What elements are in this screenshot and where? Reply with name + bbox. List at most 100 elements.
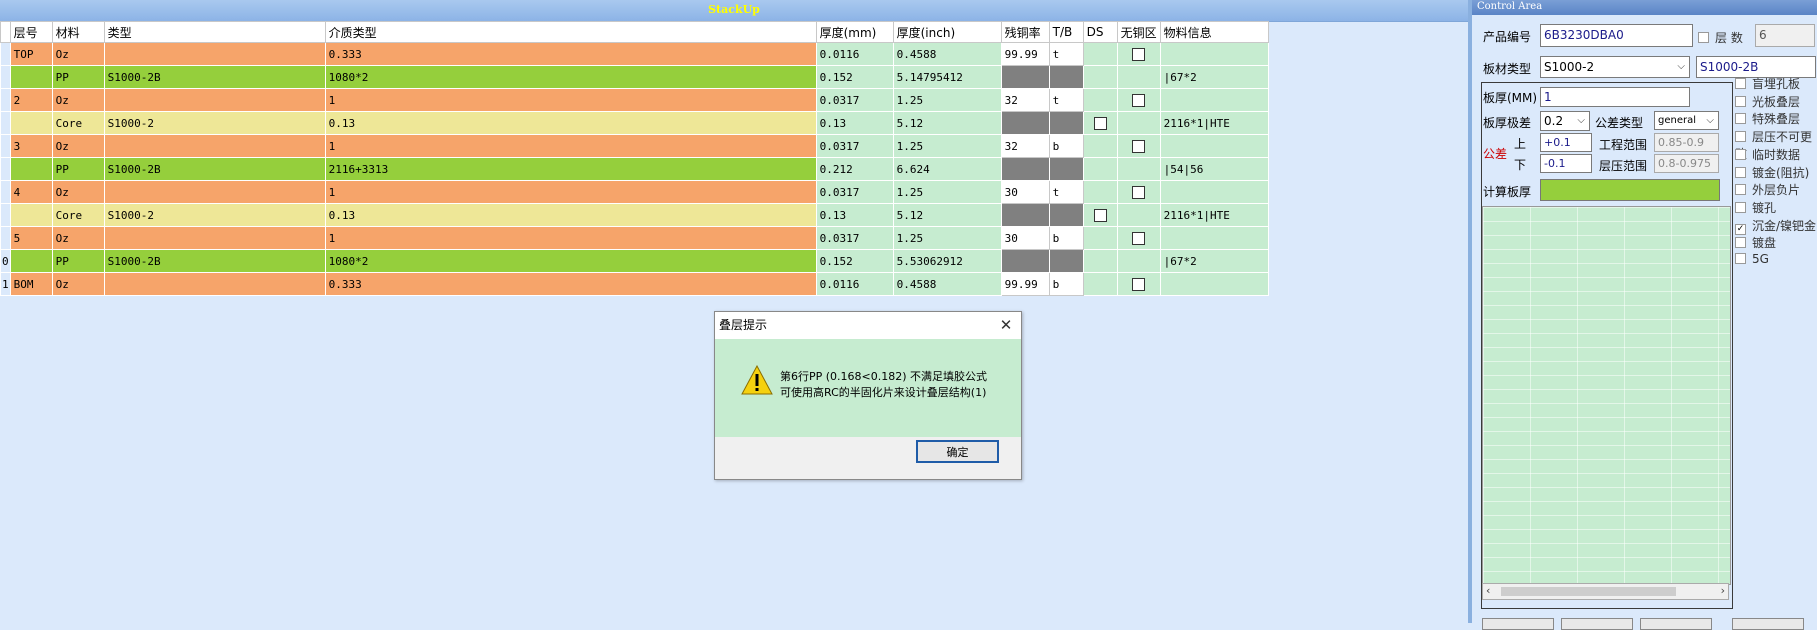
ok-button[interactable]: 确定 [916,440,999,463]
dielectric-cell[interactable]: 0.13 [324,111,817,135]
tb-cell[interactable]: b [1048,134,1084,158]
no-copper-checkbox[interactable] [1132,277,1146,291]
thickness-inch-cell[interactable]: 5.12 [892,111,1002,135]
thickness-mm-cell[interactable]: 0.0317 [815,88,894,112]
close-icon[interactable]: ✕ [997,312,1015,339]
upper-tolerance-field[interactable]: +0.1 [1540,133,1592,152]
col-header[interactable]: 材料 [51,21,105,43]
layer-cell[interactable] [9,65,53,89]
no-copper-checkbox[interactable] [1132,231,1146,245]
copper-rate-cell[interactable]: 30 [1000,226,1050,250]
layer-cell[interactable]: 2 [9,88,53,112]
table-row[interactable]: 3 Oz 1 0.0317 1.25 32 b [0,134,1269,158]
thickness-mm-cell[interactable]: 0.0317 [815,134,894,158]
engineering-range-field[interactable]: 0.85-0.9 [1654,133,1719,152]
option-checkbox[interactable]: 盲埋孔板 [1735,75,1800,92]
material-info-cell[interactable]: 2116*1|HTE [1159,111,1269,135]
thickness-mm-cell[interactable]: 0.152 [815,249,894,273]
thickness-inch-cell[interactable]: 5.53062912 [892,249,1002,273]
no-copper-cell[interactable] [1116,65,1161,89]
bottom-button[interactable] [1482,618,1554,630]
thickness-mm-cell[interactable]: 0.152 [815,65,894,89]
thickness-mm-cell[interactable]: 0.212 [815,157,894,181]
option-checkbox[interactable]: 镀金(阻抗) [1735,164,1809,181]
thickness-inch-cell[interactable]: 1.25 [892,226,1002,250]
table-row[interactable]: PP S1000-2B 1080*2 0.152 5.14795412 |67*2 [0,65,1269,89]
no-copper-cell[interactable] [1116,111,1161,135]
material-type-select[interactable]: S1000-2 ⌵ [1540,56,1690,78]
dielectric-cell[interactable]: 1 [324,134,817,158]
material-info-cell[interactable] [1159,226,1269,250]
no-copper-checkbox[interactable] [1132,185,1146,199]
col-header[interactable]: DS [1082,21,1118,43]
scrollbar-thumb[interactable] [1501,587,1676,596]
col-header[interactable]: 层号 [9,21,53,43]
thickness-inch-cell[interactable]: 0.4588 [892,42,1002,66]
copper-rate-cell[interactable]: 99.99 [1000,272,1050,296]
col-header[interactable]: T/B [1048,21,1084,43]
material-info-cell[interactable] [1159,272,1269,296]
table-row[interactable]: 0 PP S1000-2B 1080*2 0.152 5.53062912 |67*2 [0,249,1269,273]
bottom-button[interactable] [1732,618,1804,630]
tb-cell[interactable] [1048,203,1084,227]
ds-cell[interactable] [1082,157,1118,181]
table-row[interactable]: Core S1000-2 0.13 0.13 5.12 2116*1|HTE [0,203,1269,227]
board-thickness-field[interactable]: 1 [1540,87,1690,107]
dielectric-cell[interactable]: 1 [324,226,817,250]
material-cell[interactable]: Oz [51,180,105,204]
row-index-cell[interactable] [0,65,11,89]
layer-cell[interactable]: TOP [9,42,53,66]
bottom-button[interactable] [1640,618,1712,630]
ds-checkbox[interactable] [1093,208,1107,222]
thickness-mm-cell[interactable]: 0.0116 [815,272,894,296]
dielectric-cell[interactable]: 0.333 [324,42,817,66]
material-cell[interactable]: Oz [51,134,105,158]
no-copper-cell[interactable] [1116,249,1161,273]
no-copper-cell[interactable] [1116,203,1161,227]
material-cell[interactable]: Core [51,203,105,227]
thickness-tolerance-select[interactable]: 0.2 ⌵ [1540,111,1590,131]
scroll-left-icon[interactable]: ‹ [1486,584,1490,597]
material-cell[interactable]: PP [51,157,105,181]
ds-cell[interactable] [1082,272,1118,296]
thickness-inch-cell[interactable]: 5.14795412 [892,65,1002,89]
no-copper-cell[interactable] [1116,226,1161,250]
material-info-cell[interactable] [1159,134,1269,158]
table-row[interactable]: 5 Oz 1 0.0317 1.25 30 b [0,226,1269,250]
ds-checkbox[interactable] [1093,116,1107,130]
thickness-mm-cell[interactable]: 0.0116 [815,42,894,66]
layers-check[interactable]: 层 数 [1698,29,1743,46]
row-index-cell[interactable] [0,180,11,204]
material-cell[interactable]: Oz [51,42,105,66]
ds-cell[interactable] [1082,249,1118,273]
lower-tolerance-field[interactable]: -0.1 [1540,154,1592,173]
material-cell[interactable]: Core [51,111,105,135]
option-checkbox[interactable]: 光板叠层 [1735,93,1800,110]
material-info-cell[interactable] [1159,180,1269,204]
layer-cell[interactable] [9,111,53,135]
col-header[interactable]: 厚度(inch) [892,21,1002,43]
thickness-mm-cell[interactable]: 0.0317 [815,180,894,204]
tb-cell[interactable]: t [1048,88,1084,112]
table-row[interactable]: TOP Oz 0.333 0.0116 0.4588 99.99 t [0,42,1269,66]
type-cell[interactable] [103,88,326,112]
thickness-inch-cell[interactable]: 1.25 [892,134,1002,158]
no-copper-cell[interactable] [1116,134,1161,158]
no-copper-checkbox[interactable] [1132,139,1146,153]
dielectric-cell[interactable]: 1080*2 [324,249,817,273]
tb-cell[interactable] [1048,249,1084,273]
ds-cell[interactable] [1082,180,1118,204]
thickness-inch-cell[interactable]: 1.25 [892,180,1002,204]
ds-cell[interactable] [1082,42,1118,66]
option-checkbox[interactable]: 镀盘 [1735,234,1776,251]
col-header[interactable]: 类型 [103,21,326,43]
layer-cell[interactable] [9,157,53,181]
option-checkbox[interactable]: 临时数据 [1735,146,1800,163]
layer-cell[interactable] [9,249,53,273]
ds-cell[interactable] [1082,65,1118,89]
copper-rate-cell[interactable]: 32 [1000,88,1050,112]
layer-cell[interactable]: BOM [9,272,53,296]
option-checkbox[interactable]: 特殊叠层 [1735,110,1800,127]
copper-rate-cell[interactable] [1000,111,1050,135]
dielectric-cell[interactable]: 0.13 [324,203,817,227]
